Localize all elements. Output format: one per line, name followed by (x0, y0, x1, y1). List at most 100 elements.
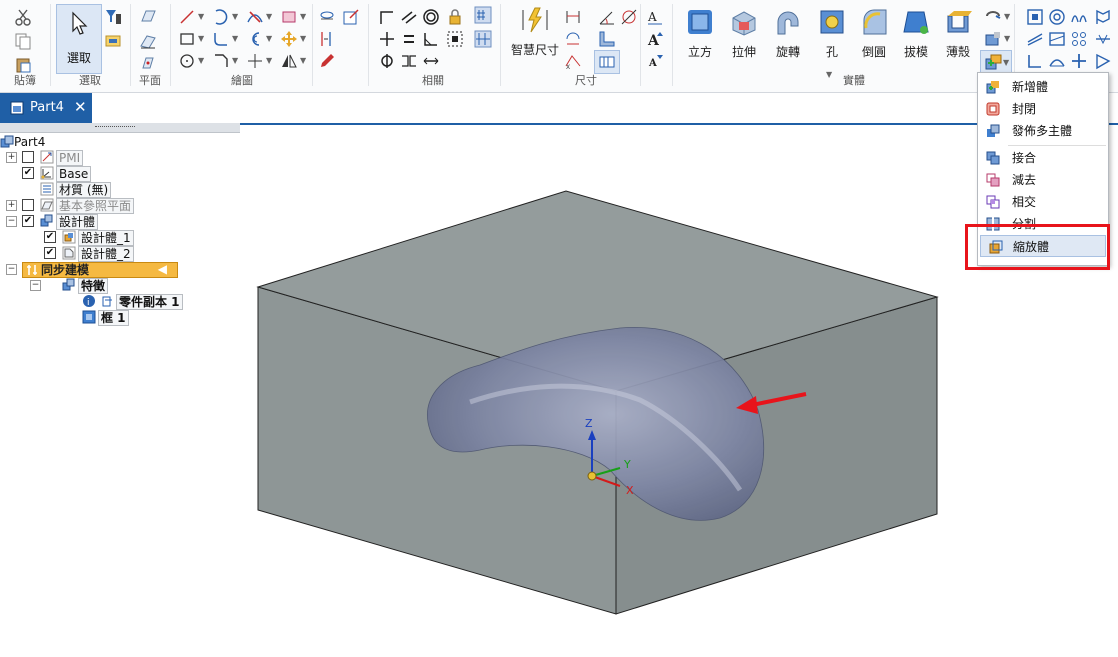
construction-line-icon[interactable] (246, 52, 264, 70)
menu-item-publish-multibody[interactable]: 發佈多主體 (978, 120, 1108, 142)
tab-part4[interactable]: Part4 ✕ (0, 93, 92, 123)
connect-icon[interactable] (378, 8, 396, 26)
select-filter-icon[interactable] (104, 8, 122, 26)
tree-node-features[interactable]: 特徵 (78, 278, 109, 294)
menu-item-add-body[interactable]: 新增體 (978, 76, 1108, 98)
circle-icon[interactable] (178, 52, 196, 70)
collapse-features-icon[interactable]: − (30, 280, 41, 291)
fill-pattern-icon[interactable] (1070, 30, 1088, 48)
selection-manager-icon[interactable] (104, 32, 122, 50)
project-to-sketch-icon[interactable] (318, 8, 336, 26)
rectangle-icon[interactable] (178, 30, 196, 48)
text-profile-icon[interactable]: A (646, 8, 664, 26)
trim-icon[interactable] (246, 8, 264, 26)
mirror-copy-icon[interactable] (1070, 8, 1088, 26)
concentric-icon[interactable] (422, 8, 440, 26)
coordinate-dimension-icon[interactable] (620, 8, 638, 26)
cut-icon[interactable] (14, 8, 32, 26)
move-icon[interactable] (280, 30, 298, 48)
tree-node-design-body-2[interactable]: 設計體_2 (78, 246, 134, 262)
tree-node-pmi[interactable]: PMI (56, 150, 84, 166)
tree-node-root[interactable]: Part4 (14, 135, 45, 149)
collapse-sync-icon[interactable]: − (6, 264, 17, 275)
paste-icon[interactable] (14, 55, 32, 73)
angle-between-icon[interactable] (598, 8, 616, 26)
tree-node-design-body-1[interactable]: 設計體_1 (78, 230, 134, 246)
angled-plane-icon[interactable] (139, 32, 157, 50)
tab-close-icon[interactable]: ✕ (74, 98, 87, 116)
chamfer-icon[interactable] (212, 52, 230, 70)
sketch-view-icon[interactable] (342, 8, 360, 26)
split-flag-icon[interactable] (1094, 52, 1112, 70)
decrease-text-icon[interactable]: A (646, 52, 664, 70)
design-body-visibility-checkbox[interactable]: ✔ (22, 215, 34, 227)
collinear-icon[interactable] (378, 52, 396, 70)
sync-collapse-arrow-icon[interactable]: ◀ (158, 262, 167, 276)
add-body-dropdown-button[interactable]: ▼ (980, 50, 1012, 74)
cube-button[interactable]: 立方 (680, 8, 720, 60)
tree-node-material[interactable]: 材質 (無) (56, 182, 112, 198)
increase-text-icon[interactable]: A (646, 30, 664, 48)
plus-icon[interactable] (1070, 52, 1088, 70)
design-body-1-visibility-checkbox[interactable]: ✔ (44, 231, 56, 243)
tree-node-part-copy[interactable]: 零件副本 1 (116, 294, 183, 310)
surface-icon[interactable] (1048, 30, 1066, 48)
coincident-plane-icon[interactable] (139, 8, 157, 26)
line-icon[interactable] (178, 8, 196, 26)
relationship-assistant-icon[interactable] (474, 6, 492, 24)
sweep-icon[interactable] (1026, 30, 1044, 48)
tree-node-base[interactable]: Base (56, 166, 92, 182)
arc-icon[interactable] (212, 8, 230, 26)
chamfer-dimension-icon[interactable]: X (564, 52, 582, 70)
rectangular-pattern-icon[interactable] (1026, 8, 1044, 26)
fillet-icon[interactable] (212, 30, 230, 48)
parallel-icon[interactable] (400, 8, 418, 26)
menu-item-union[interactable]: 接合 (978, 147, 1108, 169)
angular-coordinate-icon[interactable] (598, 30, 616, 48)
menu-item-enclose[interactable]: 封閉 (978, 98, 1108, 120)
normal-protrusion-icon[interactable] (984, 30, 1002, 48)
fill-region-icon[interactable] (280, 8, 298, 26)
perpendicular-icon[interactable] (378, 30, 396, 48)
ref-planes-visibility-checkbox[interactable] (22, 199, 34, 211)
thin-wall-button[interactable]: 薄殼 (938, 8, 978, 60)
symmetric-icon[interactable] (400, 52, 418, 70)
copy-icon[interactable] (14, 32, 32, 50)
helix-icon[interactable] (984, 8, 1002, 26)
mirror-line-icon[interactable] (1094, 30, 1112, 48)
expand-ref-planes-icon[interactable]: + (6, 200, 17, 211)
expand-pmi-icon[interactable]: + (6, 152, 17, 163)
equal-icon[interactable] (400, 30, 418, 48)
collapse-design-body-icon[interactable]: − (6, 216, 17, 227)
lock-icon[interactable] (446, 8, 464, 26)
extrude-button[interactable]: 拉伸 (724, 8, 764, 60)
rigid-set-icon[interactable] (446, 30, 464, 48)
hole-button[interactable]: 孔 (812, 8, 852, 60)
round-button[interactable]: 倒圓 (854, 8, 894, 60)
pen-icon[interactable] (318, 52, 336, 70)
distance-between-icon[interactable] (564, 8, 582, 26)
tree-node-ref-planes[interactable]: 基本參照平面 (56, 198, 135, 214)
tree-node-box[interactable]: 框 1 (98, 310, 129, 326)
design-body-2-visibility-checkbox[interactable]: ✔ (44, 247, 56, 259)
horizontal-arrow-icon[interactable] (422, 52, 440, 70)
smart-dimension-button[interactable]: 智慧尺寸 (508, 6, 562, 58)
offset-icon[interactable] (246, 30, 264, 48)
horizontal-vertical-icon[interactable] (474, 30, 492, 48)
pmi-visibility-checkbox[interactable] (22, 151, 34, 163)
pathfinder-resize-grip[interactable] (0, 123, 240, 133)
circular-pattern-icon[interactable] (1048, 8, 1066, 26)
revolve-button[interactable]: 旋轉 (768, 8, 808, 60)
tree-node-design-body[interactable]: 設計體 (56, 214, 99, 230)
wrap-icon[interactable] (1048, 52, 1066, 70)
select-button[interactable]: 選取 (56, 4, 102, 74)
menu-item-subtract[interactable]: 減去 (978, 169, 1108, 191)
flag-icon[interactable] (1094, 8, 1112, 26)
draft-button[interactable]: 拔模 (896, 8, 936, 60)
base-visibility-checkbox[interactable]: ✔ (22, 167, 34, 179)
dimension-axis-icon[interactable] (318, 30, 336, 48)
menu-item-intersect[interactable]: 相交 (978, 191, 1108, 213)
sync-modeling-bar[interactable]: 同步建模 ◀ (22, 262, 178, 278)
mirror-icon[interactable] (280, 52, 298, 70)
dimension-style-button[interactable] (594, 50, 620, 74)
